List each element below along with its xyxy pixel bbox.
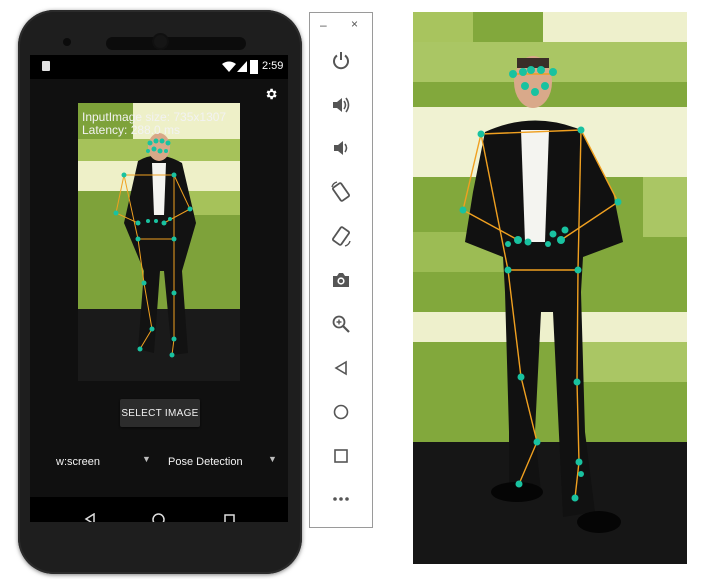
phone-speaker bbox=[106, 37, 246, 50]
dropdown-arrow-icon: ▼ bbox=[268, 454, 277, 464]
camera-screenshot-icon[interactable] bbox=[327, 266, 355, 294]
latency-label: Latency: 288.0 ms bbox=[82, 123, 181, 137]
app-content: InputImage size: 735x1307 Latency: 288.0… bbox=[30, 79, 288, 522]
input-image-preview: InputImage size: 735x1307 Latency: 288.0… bbox=[78, 103, 240, 381]
volume-down-icon[interactable] bbox=[327, 134, 355, 162]
home-icon[interactable] bbox=[327, 398, 355, 426]
zoom-icon[interactable] bbox=[327, 310, 355, 338]
pose-overlay-large bbox=[413, 12, 687, 564]
settings-gear-icon[interactable] bbox=[264, 87, 278, 101]
phone-sensor bbox=[63, 38, 71, 46]
sd-card-icon bbox=[42, 61, 50, 71]
back-icon[interactable] bbox=[327, 354, 355, 382]
front-camera bbox=[154, 35, 167, 48]
model-spinner[interactable]: Pose Detection ▼ bbox=[168, 452, 278, 470]
battery-icon bbox=[250, 60, 258, 74]
back-nav-icon[interactable] bbox=[84, 513, 96, 522]
select-image-button[interactable]: SELECT IMAGE bbox=[120, 399, 200, 427]
power-icon[interactable] bbox=[327, 47, 355, 75]
minimize-button[interactable]: – bbox=[320, 18, 327, 32]
dropdown-arrow-icon: ▼ bbox=[142, 454, 151, 464]
model-value: Pose Detection bbox=[168, 456, 243, 468]
pose-result-image bbox=[413, 12, 687, 564]
more-options-icon[interactable] bbox=[327, 485, 355, 513]
rotate-left-icon[interactable] bbox=[327, 178, 355, 206]
resize-mode-spinner[interactable]: w:screen ▼ bbox=[56, 452, 156, 470]
pose-overlay-small bbox=[78, 103, 240, 381]
home-nav-icon[interactable] bbox=[152, 513, 165, 522]
phone-screen: 2:59 InputImage size: 735x1307 Latency: … bbox=[30, 55, 288, 522]
status-bar: 2:59 bbox=[30, 55, 288, 79]
recents-nav-icon[interactable] bbox=[224, 514, 235, 522]
close-button[interactable]: × bbox=[351, 17, 358, 31]
wifi-icon bbox=[222, 61, 236, 72]
clock: 2:59 bbox=[262, 60, 284, 72]
signal-icon bbox=[237, 61, 247, 72]
rotate-right-icon[interactable] bbox=[327, 222, 355, 250]
navigation-bar bbox=[30, 497, 288, 522]
overview-icon[interactable] bbox=[327, 442, 355, 470]
resize-mode-value: w:screen bbox=[56, 456, 101, 468]
volume-up-icon[interactable] bbox=[327, 91, 355, 119]
emulator-toolbar: – × bbox=[309, 12, 373, 528]
